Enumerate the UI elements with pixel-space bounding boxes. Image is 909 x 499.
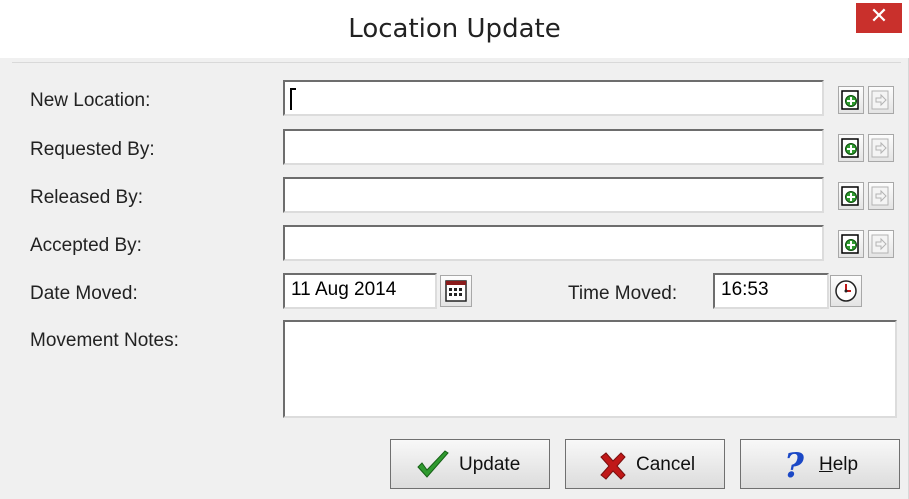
add-record-icon (841, 90, 859, 110)
released-by-add-button[interactable] (838, 182, 864, 210)
requested-by-label: Requested By: (30, 139, 155, 160)
title-bar: Location Update ✕ (0, 0, 909, 58)
location-update-dialog: Location Update ✕ New Location: Requeste… (0, 0, 909, 499)
date-moved-label: Date Moved: (30, 283, 138, 304)
new-location-field[interactable] (283, 80, 824, 116)
update-button-label: Update (459, 454, 521, 475)
svg-text:?: ? (784, 447, 805, 481)
accepted-by-label: Accepted By: (30, 235, 142, 256)
text-cursor (290, 88, 296, 110)
close-icon: ✕ (869, 4, 889, 29)
x-icon (600, 452, 626, 480)
requested-by-field[interactable] (283, 129, 824, 165)
released-by-label: Released By: (30, 187, 144, 208)
checkmark-icon (417, 450, 449, 478)
cancel-button[interactable]: Cancel (565, 439, 725, 489)
cancel-button-label: Cancel (636, 454, 696, 475)
released-by-goto-button[interactable] (868, 182, 894, 210)
released-by-field[interactable] (283, 177, 824, 213)
update-button[interactable]: Update (390, 439, 550, 489)
accepted-by-field[interactable] (283, 225, 824, 261)
help-button-mnemonic: H (819, 454, 833, 475)
date-picker-button[interactable] (440, 275, 472, 307)
movement-notes-label: Movement Notes: (30, 330, 179, 351)
movement-notes-field[interactable] (283, 320, 897, 418)
accepted-by-goto-button[interactable] (868, 230, 894, 258)
clock-icon (835, 280, 857, 302)
time-picker-button[interactable] (830, 275, 862, 307)
help-button[interactable]: ? Help (740, 439, 900, 489)
date-moved-field[interactable]: 11 Aug 2014 (283, 273, 437, 309)
time-moved-label: Time Moved: (568, 283, 678, 304)
go-to-record-icon (871, 234, 889, 254)
calendar-icon (445, 280, 467, 302)
go-to-record-icon (871, 90, 889, 110)
go-to-record-icon (871, 138, 889, 158)
requested-by-add-button[interactable] (838, 134, 864, 162)
close-button[interactable]: ✕ (856, 3, 902, 33)
help-button-label-rest: elp (832, 454, 859, 475)
add-record-icon (841, 234, 859, 254)
dialog-title: Location Update (348, 14, 561, 44)
new-location-add-button[interactable] (838, 86, 864, 114)
new-location-label: New Location: (30, 90, 151, 111)
help-button-label: Help (819, 454, 858, 476)
new-location-goto-button[interactable] (868, 86, 894, 114)
go-to-record-icon (871, 186, 889, 206)
accepted-by-add-button[interactable] (838, 230, 864, 258)
add-record-icon (841, 186, 859, 206)
time-moved-field[interactable]: 16:53 (713, 273, 829, 309)
requested-by-goto-button[interactable] (868, 134, 894, 162)
add-record-icon (841, 138, 859, 158)
question-mark-icon: ? (784, 447, 805, 481)
